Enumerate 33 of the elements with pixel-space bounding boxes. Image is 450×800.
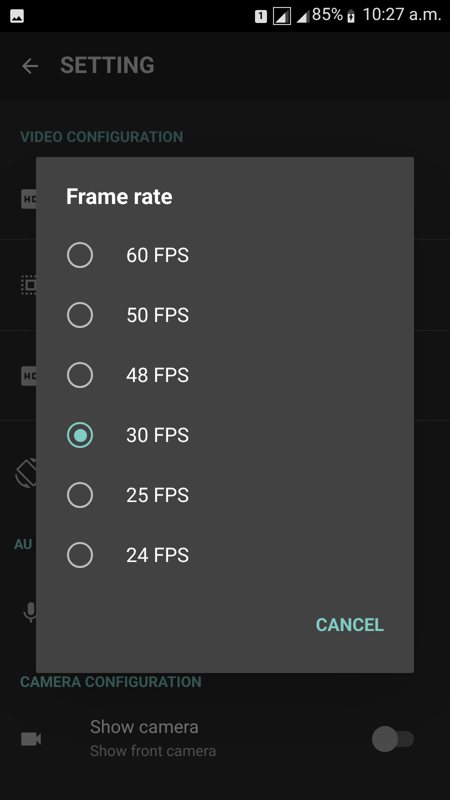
radio-option[interactable]: 48 FPS: [36, 345, 414, 405]
radio-button[interactable]: [67, 422, 93, 448]
option-label: 24 FPS: [126, 542, 189, 569]
dialog-title: Frame rate: [65, 184, 174, 212]
clock: 10:27 a.m.: [362, 4, 442, 28]
section-header: AU: [14, 536, 32, 554]
section-header: VIDEO CONFIGURATION: [19, 126, 184, 148]
radio-button[interactable]: [67, 482, 93, 508]
app-bar-title: SETTING: [60, 50, 155, 81]
option-label: 60 FPS: [126, 242, 189, 269]
option-label: 25 FPS: [126, 482, 189, 509]
sim-badge: 1: [255, 10, 267, 22]
image-icon: [8, 7, 26, 25]
radio-button[interactable]: [67, 542, 93, 568]
cancel-button[interactable]: CANCEL: [308, 608, 392, 643]
radio-button[interactable]: [67, 362, 93, 388]
option-label: 48 FPS: [126, 362, 189, 389]
radio-option[interactable]: 30 FPS: [36, 405, 414, 465]
radio-option[interactable]: 24 FPS: [36, 525, 414, 585]
option-label: 50 FPS: [126, 302, 189, 329]
option-label: 30 FPS: [126, 422, 189, 449]
battery-percent: 85%: [312, 4, 344, 28]
signal-icon: [294, 8, 311, 24]
signal-icon: [272, 7, 291, 25]
toggle-switch[interactable]: [372, 726, 416, 752]
radio-button[interactable]: [67, 242, 93, 268]
radio-option[interactable]: 60 FPS: [36, 225, 414, 285]
setting-subtitle: Show front camera: [90, 741, 218, 762]
radio-option[interactable]: 25 FPS: [36, 465, 414, 525]
radio-button[interactable]: [67, 302, 93, 328]
setting-title: Show camera: [90, 716, 200, 740]
radio-option[interactable]: 50 FPS: [36, 285, 414, 345]
section-header: CAMERA CONFIGURATION: [19, 672, 203, 693]
